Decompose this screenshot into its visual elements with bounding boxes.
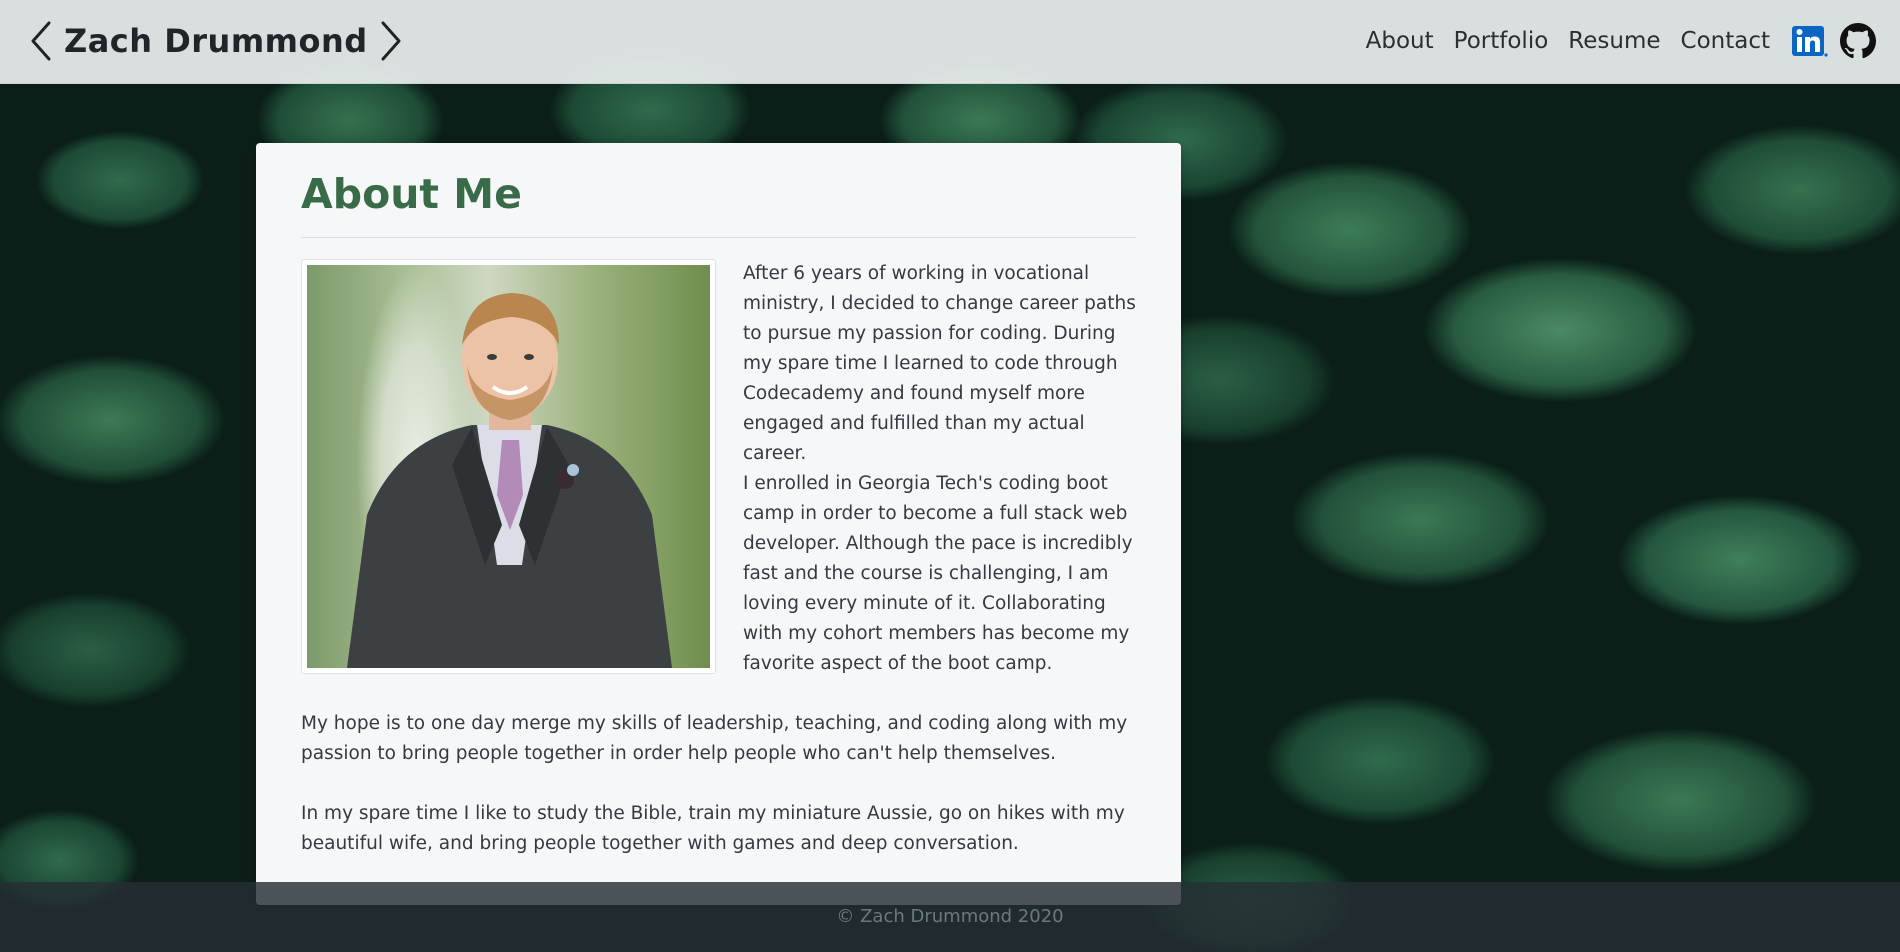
- chevron-left-icon: [30, 21, 52, 61]
- site-header: Zach Drummond About Portfolio Resume Con…: [0, 0, 1900, 84]
- footer-copyright: © Zach Drummond 2020: [836, 906, 1064, 927]
- brand-link[interactable]: Zach Drummond: [30, 16, 402, 66]
- about-paragraph-1: After 6 years of working in vocational m…: [743, 263, 1136, 464]
- about-paragraph-3: My hope is to one day merge my skills of…: [301, 713, 1128, 764]
- nav-contact[interactable]: Contact: [1681, 28, 1770, 54]
- main-nav: About Portfolio Resume Contact: [1356, 18, 1876, 64]
- chevron-right-icon: [380, 21, 402, 61]
- title-divider: [301, 237, 1136, 238]
- about-paragraph-4: In my spare time I like to study the Bib…: [301, 803, 1125, 854]
- profile-photo-image: [307, 265, 710, 668]
- about-paragraph-2: I enrolled in Georgia Tech's coding boot…: [743, 473, 1133, 674]
- site-footer: © Zach Drummond 2020: [0, 882, 1900, 952]
- brand-name: Zach Drummond: [64, 22, 368, 60]
- about-card: About Me After 6 years of working in voc…: [256, 143, 1181, 905]
- page-title: About Me: [301, 170, 522, 218]
- nav-resume[interactable]: Resume: [1568, 28, 1660, 54]
- linkedin-icon[interactable]: [1792, 24, 1828, 58]
- profile-photo: [301, 259, 716, 674]
- github-icon[interactable]: [1840, 23, 1876, 59]
- nav-about[interactable]: About: [1366, 28, 1434, 54]
- nav-portfolio[interactable]: Portfolio: [1454, 28, 1549, 54]
